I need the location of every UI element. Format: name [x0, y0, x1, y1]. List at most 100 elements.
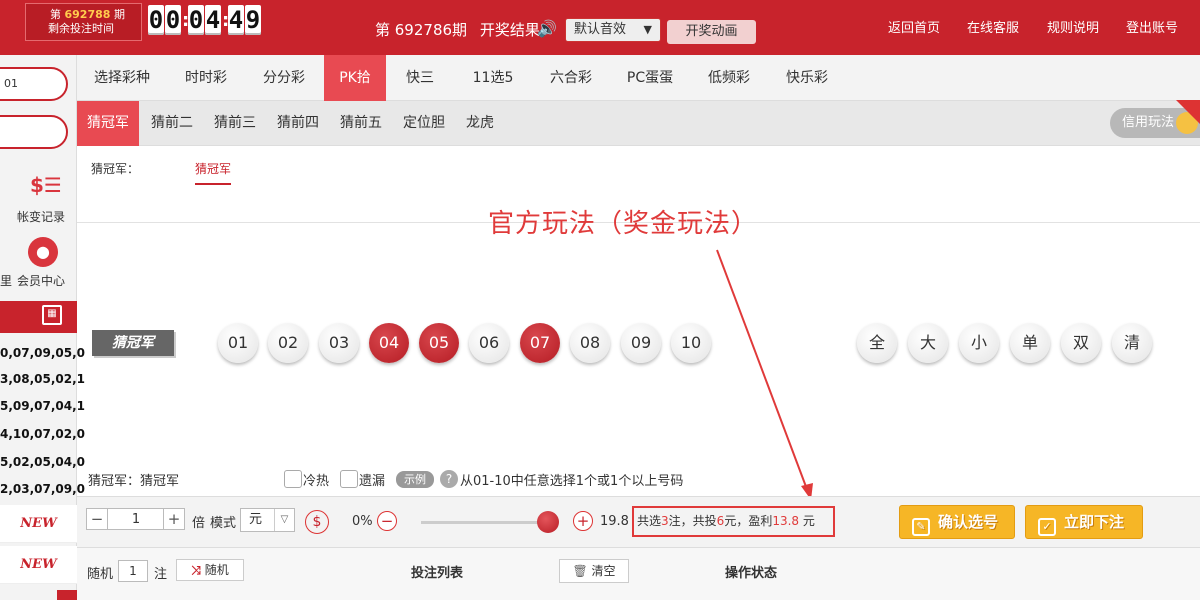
result-row: 5,09,07,04,1	[0, 399, 86, 413]
even-button[interactable]: 双	[1061, 323, 1101, 363]
sound-select[interactable]: 默认音效 ▼	[565, 18, 661, 42]
tab-pc-dandan[interactable]: PC蛋蛋	[610, 55, 690, 101]
sidebar-member-center[interactable]: 会员中心	[17, 272, 65, 289]
number-ball[interactable]: 09	[621, 323, 661, 363]
period-number: 692788	[64, 8, 111, 21]
miss-label: 遗漏	[359, 474, 386, 489]
number-ball[interactable]: 03	[319, 323, 359, 363]
random-button[interactable]: ⤨ 随机	[176, 559, 244, 581]
tab-guess-top3[interactable]: 猜前三	[206, 101, 264, 146]
result-label: 开奖结果	[479, 21, 540, 39]
big-button[interactable]: 大	[908, 323, 948, 363]
increase-rebate-button[interactable]: +	[573, 511, 593, 531]
unit-value: 元	[249, 512, 263, 527]
help-icon[interactable]: ?	[440, 470, 458, 488]
number-ball[interactable]: 02	[268, 323, 308, 363]
sidebar-pill-2[interactable]	[0, 115, 68, 149]
tab-dipincai[interactable]: 低频彩	[690, 55, 768, 101]
calendar-icon[interactable]: ▦	[42, 305, 62, 325]
lottery-tabs: 选择彩种 时时彩 分分彩 PK拾 快三 11选5 六合彩 PC蛋蛋 低频彩 快乐…	[77, 55, 1200, 101]
random-count-input[interactable]: 1	[118, 560, 148, 582]
number-ball[interactable]: 01	[218, 323, 258, 363]
tab-kuaisan[interactable]: 快三	[386, 55, 454, 101]
miss-checkbox[interactable]	[340, 470, 358, 488]
decrease-multiplier-button[interactable]: −	[86, 508, 108, 530]
number-ball[interactable]: 04	[369, 323, 409, 363]
result-row: 3,08,05,02,1	[0, 372, 86, 386]
number-ball[interactable]: 05	[419, 323, 459, 363]
odds-value: 19.8	[600, 514, 629, 529]
summary-text: 共选	[637, 514, 662, 528]
countdown-digit: 0	[148, 5, 164, 35]
tab-position[interactable]: 定位胆	[395, 101, 453, 146]
unit-select[interactable]: 元 ▽	[240, 508, 295, 532]
nav-support[interactable]: 在线客服	[967, 17, 1019, 36]
current-period: 第 692786期	[375, 21, 468, 39]
result-row: 5,02,05,04,0	[0, 455, 86, 469]
new-badge[interactable]: NEW	[0, 505, 77, 543]
operation-status-title: 操作状态	[725, 566, 778, 581]
ball-row-label: 猜冠军	[92, 330, 174, 356]
place-bet-button[interactable]: ✓ 立即下注	[1025, 505, 1143, 539]
period-suffix: 期	[113, 8, 125, 21]
multiplier-unit: 倍	[192, 516, 206, 531]
tab-liuhecai[interactable]: 六合彩	[532, 55, 610, 101]
clear-selection-button[interactable]: 清	[1112, 323, 1152, 363]
tab-guess-champion[interactable]: 猜冠军	[77, 101, 139, 146]
small-button[interactable]: 小	[959, 323, 999, 363]
decrease-rebate-button[interactable]: −	[377, 511, 397, 531]
rebate-slider-thumb[interactable]	[537, 511, 559, 533]
sidebar-red-corner	[57, 590, 77, 600]
rebate-slider-track[interactable]	[421, 521, 548, 524]
multiplier-input[interactable]: 1	[108, 508, 164, 530]
play-name: 猜冠军：猜冠军	[88, 474, 180, 489]
example-button[interactable]: 示例	[396, 471, 434, 488]
nav-rules[interactable]: 规则说明	[1047, 17, 1099, 36]
speaker-icon[interactable]: 🔊	[537, 19, 557, 38]
number-ball[interactable]: 08	[570, 323, 610, 363]
tab-guess-top5[interactable]: 猜前五	[332, 101, 390, 146]
results-header-bar: ▦	[0, 301, 77, 333]
select-all-button[interactable]: 全	[857, 323, 897, 363]
number-ball[interactable]: 06	[469, 323, 509, 363]
credit-mode-label: 信用玩法	[1122, 115, 1175, 130]
tab-guess-top2[interactable]: 猜前二	[143, 101, 201, 146]
sidebar-account-record[interactable]: 帐变记录	[17, 208, 65, 225]
hot-checkbox[interactable]	[284, 470, 302, 488]
tab-11x5[interactable]: 11选5	[454, 55, 532, 101]
selection-option[interactable]: 猜冠军	[195, 160, 232, 185]
odd-button[interactable]: 单	[1010, 323, 1050, 363]
nav-logout[interactable]: 登出账号	[1126, 17, 1178, 36]
rebate-percent: 0%	[352, 514, 373, 529]
nav-home[interactable]: 返回首页	[888, 17, 940, 36]
countdown-digit: 9	[245, 5, 261, 35]
chevron-down-icon: ▽	[274, 509, 294, 531]
clear-button[interactable]: 🗑 清空	[559, 559, 629, 583]
confirm-selection-button[interactable]: ✎ 确认选号	[899, 505, 1015, 539]
tab-dragon-tiger[interactable]: 龙虎	[458, 101, 502, 146]
trash-icon: 🗑	[572, 564, 588, 578]
account-record-icon: $☰	[30, 173, 62, 197]
sidebar-pill-1[interactable]: 01	[0, 67, 68, 101]
new-badge[interactable]: NEW	[0, 546, 77, 584]
countdown-digit: 4	[228, 5, 244, 35]
shuffle-icon: ⤨	[191, 563, 201, 577]
mode-label: 模式	[210, 516, 237, 531]
play-tabs: 猜冠军 猜前二 猜前三 猜前四 猜前五 定位胆 龙虎	[77, 101, 1200, 146]
number-ball[interactable]: 07	[520, 323, 560, 363]
animation-button[interactable]: 开奖动画	[667, 20, 756, 44]
left-sidebar: 01 $☰ 帐变记录 里 ● 会员中心 ▦ 0,07,09,05,0 3,08,…	[0, 55, 85, 600]
tab-fenfencai[interactable]: 分分彩	[245, 55, 323, 101]
dollar-icon[interactable]: $	[305, 510, 329, 534]
bet-list-title: 投注列表	[411, 566, 464, 581]
tab-shishicai[interactable]: 时时彩	[167, 55, 245, 101]
tab-guess-top4[interactable]: 猜前四	[269, 101, 327, 146]
member-icon: ●	[28, 237, 58, 267]
annotation-text: 官方玩法（奖金玩法）	[488, 209, 759, 239]
number-ball[interactable]: 10	[671, 323, 711, 363]
bet-count: 3	[661, 514, 669, 528]
increase-multiplier-button[interactable]: +	[163, 508, 185, 530]
tab-kuailecai[interactable]: 快乐彩	[768, 55, 846, 101]
tab-select-lottery[interactable]: 选择彩种	[77, 55, 167, 101]
tab-pk10[interactable]: PK拾	[324, 55, 386, 101]
